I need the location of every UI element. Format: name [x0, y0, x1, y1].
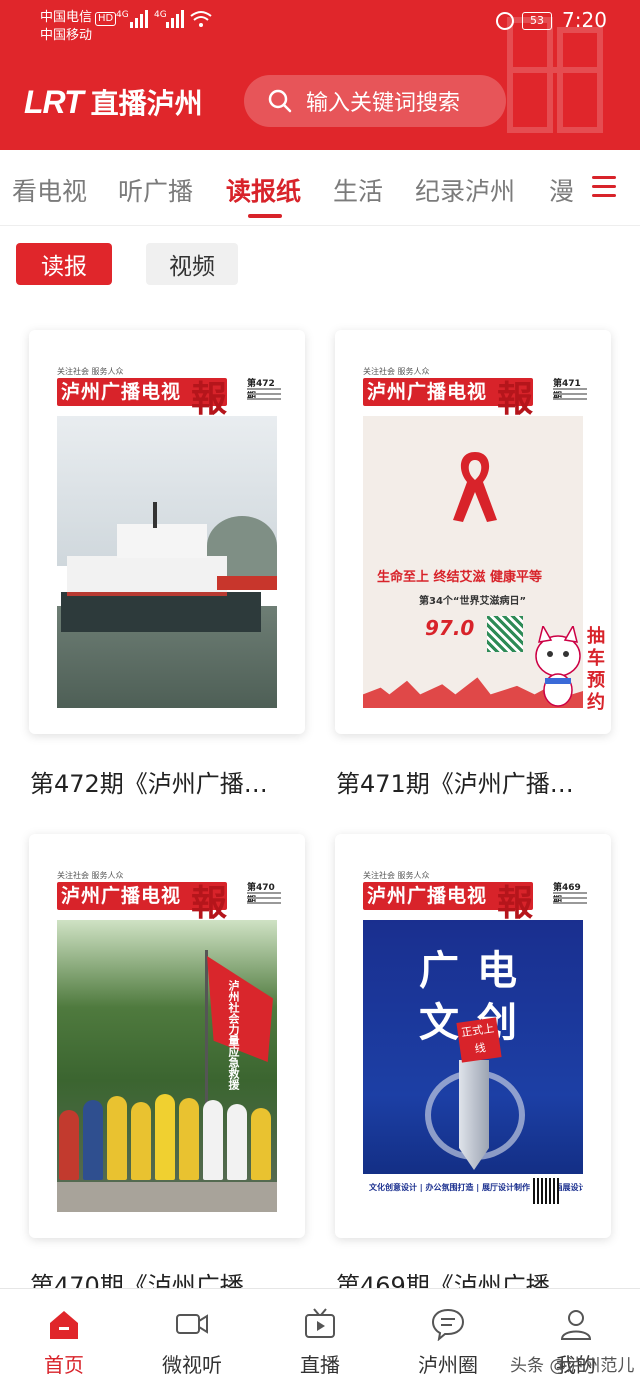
nav-micro-video[interactable]: 微视听 [142, 1307, 242, 1378]
carrier-2: 中国移动 [40, 28, 93, 43]
carrier-1: 中国电信 [40, 10, 93, 25]
hd-badge: HD [95, 12, 117, 26]
search-placeholder: 输入关键词搜索 [306, 91, 461, 116]
paper-caption[interactable]: 第471期《泸州广播… [336, 764, 616, 799]
brand-97: 97.0 [425, 616, 475, 640]
wifi-icon [190, 11, 212, 27]
headline-guangdian: 广电 [419, 948, 535, 994]
nav-live[interactable]: 直播 [270, 1307, 370, 1378]
chat-bubble-icon [431, 1308, 465, 1341]
launch-tag: 正式上线 [456, 1017, 502, 1063]
nav-luzhou-circle-label: 泸州圈 [418, 1353, 478, 1377]
aids-subtitle: 第34个“世界艾滋病日” [419, 596, 527, 607]
nav-home[interactable]: 首页 [14, 1307, 114, 1378]
subtab-video[interactable]: 视频 [146, 243, 238, 285]
newspaper-card[interactable]: 关注社会 服务人众 泸州广播电视 報 第472期 [29, 330, 305, 734]
paper-caption[interactable]: 第472期《泸州广播… [30, 764, 310, 799]
signal-icon [166, 10, 184, 28]
status-bar: 中国电信 HD 中国移动 4G 4G 53 7:20 [0, 0, 640, 44]
masthead-bao: 報 [191, 882, 228, 924]
cover-photo-rescue-team: 泸州社会力量应急救援 [57, 920, 277, 1212]
nav-luzhou-circle[interactable]: 泸州圈 [398, 1307, 498, 1378]
video-camera-icon [176, 1314, 208, 1334]
tab-comic[interactable]: 漫 [549, 172, 574, 208]
active-tab-indicator [248, 214, 282, 218]
masthead-bao: 報 [497, 378, 534, 420]
user-icon [560, 1310, 592, 1340]
watermark-text: 头条 @泸州范儿 [510, 1356, 635, 1376]
nav-home-label: 首页 [44, 1353, 84, 1377]
red-ribbon-icon [453, 452, 497, 522]
search-icon [268, 89, 292, 113]
cover-guangdian-wenchuang: 广电 文创 正式上线 文化创意设计 | 办公氛围打造 | 展厅设计制作 | 创意… [363, 920, 583, 1212]
tv-play-icon [305, 1308, 335, 1338]
nav-live-label: 直播 [300, 1353, 340, 1377]
newspaper-masthead: 关注社会 服务人众 泸州广播电视 報 第471期 [363, 366, 587, 420]
tab-read-newspaper[interactable]: 读报纸 [226, 172, 301, 208]
pencil-icon [459, 1060, 489, 1170]
cover-photo-ship [57, 416, 277, 708]
app-header: 中国电信 HD 中国移动 4G 4G 53 7:20 LRT 直播泸州 输入关键词… [0, 0, 640, 150]
newspaper-masthead: 关注社会 服务人众 泸州广播电视 報 第472期 [57, 366, 281, 420]
subtab-read[interactable]: 读报 [16, 243, 112, 285]
nav-micro-video-label: 微视听 [162, 1353, 222, 1377]
newspaper-card[interactable]: 关注社会 服务人众 泸州广播电视 報 第470期 泸州社会力量应急救援 [29, 834, 305, 1238]
cat-mascot-icon [535, 626, 581, 707]
battery-indicator: 53 [522, 12, 552, 30]
home-icon [50, 1311, 78, 1339]
network-1: 4G [116, 10, 129, 20]
tab-documentary[interactable]: 纪录泸州 [415, 172, 515, 208]
masthead-bao: 報 [497, 882, 534, 924]
tab-life[interactable]: 生活 [333, 172, 383, 208]
logo-name: 直播泸州 [90, 87, 203, 120]
lottery-badge: 抽车预约 [587, 626, 605, 713]
newspaper-masthead: 关注社会 服务人众 泸州广播电视 報 第469期 [363, 870, 587, 924]
search-input[interactable]: 输入关键词搜索 [244, 75, 506, 127]
qr-code-icon [487, 616, 523, 652]
team-people [57, 1070, 277, 1180]
alarm-icon [496, 12, 514, 30]
category-tabs: 看电视 听广播 读报纸 生活 纪录泸州 漫 [0, 150, 640, 226]
masthead-bao: 報 [191, 378, 228, 420]
newspaper-masthead: 关注社会 服务人众 泸州广播电视 報 第470期 [57, 870, 281, 924]
tab-listen-radio[interactable]: 听广播 [118, 172, 193, 208]
newspaper-card[interactable]: 关注社会 服务人众 泸州广播电视 報 第471期 生命至上 终结艾滋 健康平等 … [335, 330, 611, 734]
logo-lrt: LRT [24, 83, 84, 120]
menu-icon[interactable] [592, 176, 618, 198]
aids-slogan: 生命至上 终结艾滋 健康平等 [377, 570, 543, 585]
qr-code-icon [533, 1178, 559, 1204]
clock: 7:20 [562, 8, 607, 32]
tab-watch-tv[interactable]: 看电视 [12, 172, 87, 208]
signal-icon [130, 10, 148, 28]
app-logo[interactable]: LRT 直播泸州 [24, 82, 203, 122]
newspaper-card[interactable]: 关注社会 服务人众 泸州广播电视 報 第469期 广电 文创 正式上线 文化创意… [335, 834, 611, 1238]
network-2: 4G [154, 10, 167, 20]
